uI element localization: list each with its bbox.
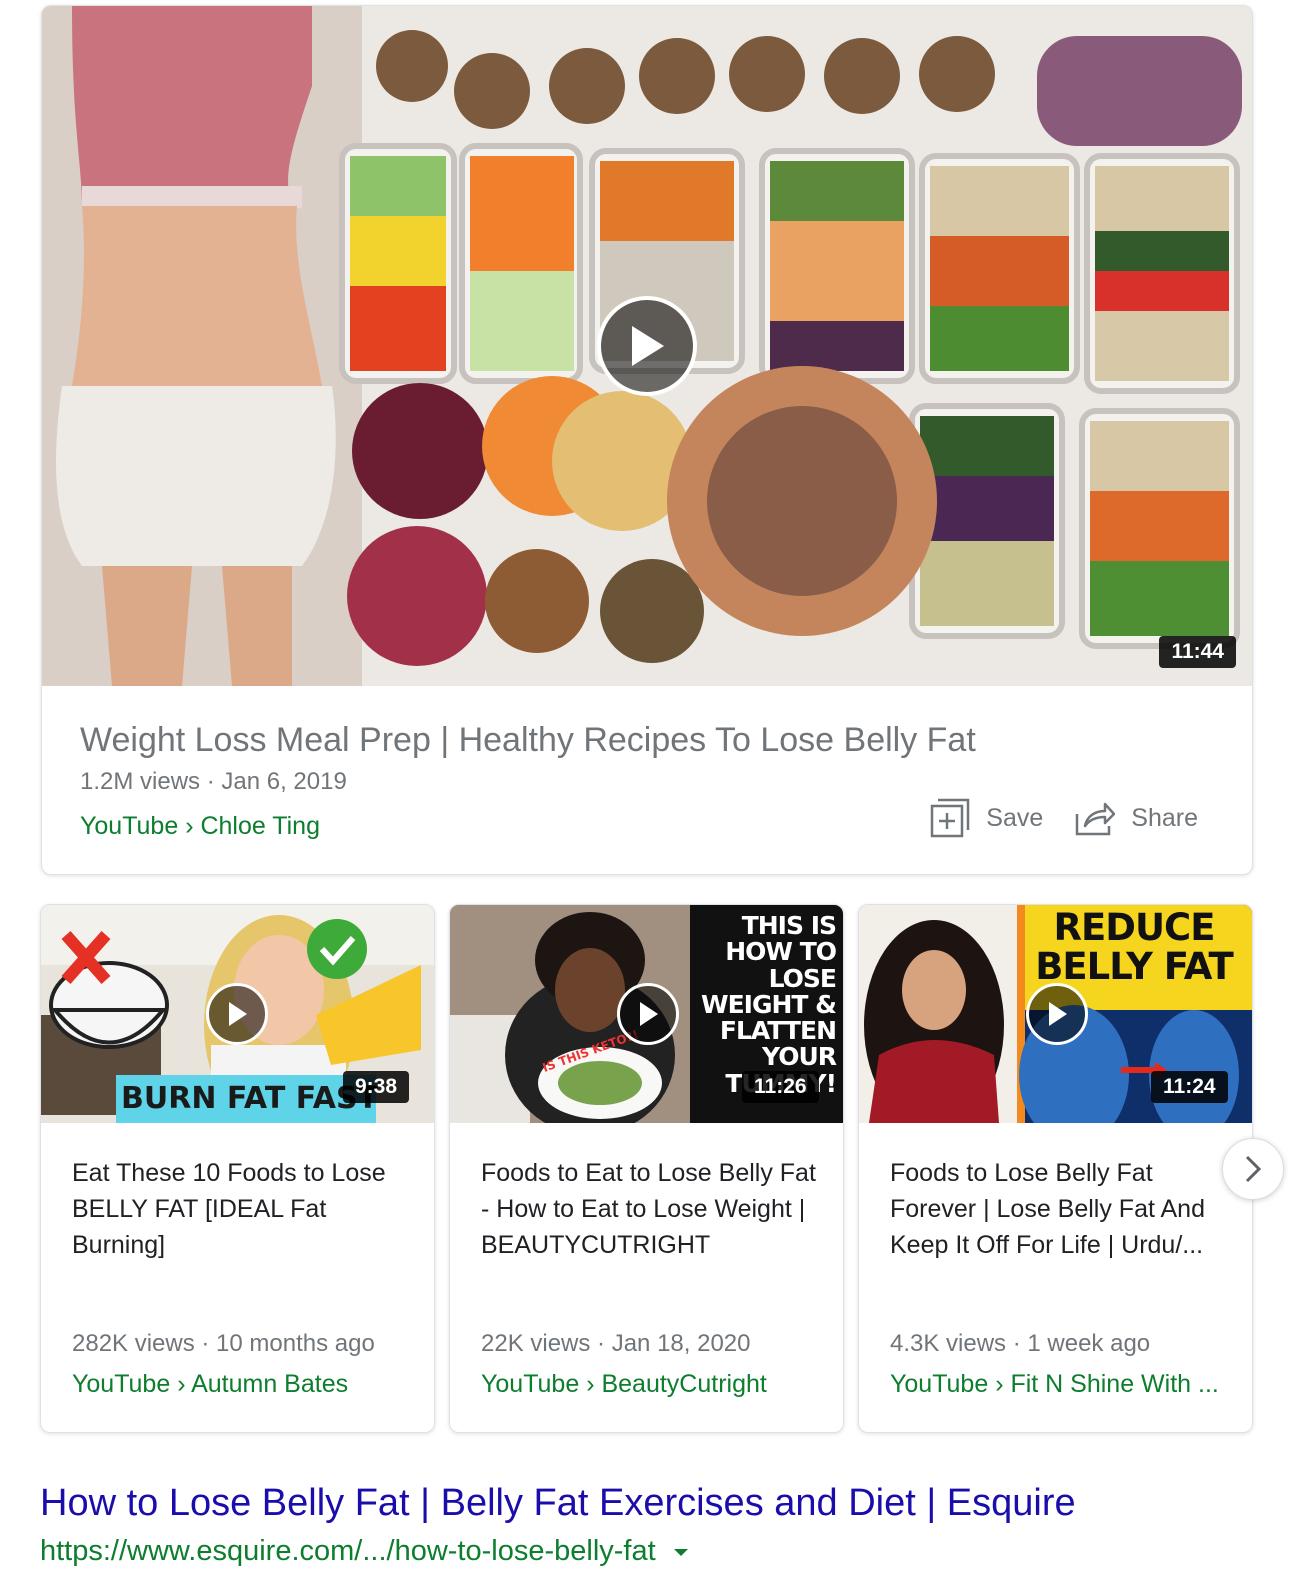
result-url-text: https://www.esquire.com/.../how-to-lose-… [40,1535,656,1567]
video-thumbnail[interactable]: BURN FAT FAST 9:38 [41,905,434,1123]
video-meta: 4.3K views · 1 week ago [890,1330,1151,1357]
share-icon [1076,802,1116,836]
thumbnail-caption: BURN FAT FAST [121,1081,379,1116]
play-icon[interactable] [206,983,268,1045]
video-duration-badge: 11:24 [1151,1071,1228,1103]
video-meta: 282K views · 10 months ago [72,1330,375,1357]
share-button[interactable]: Share [1075,800,1198,836]
video-thumbnail[interactable]: IS THIS KETO?! THIS IS HOW TO LOSE WEIGH… [450,905,843,1123]
featured-video-meta: 1.2M views · Jan 6, 2019 [80,768,347,795]
video-title[interactable]: Eat These 10 Foods to Lose BELLY FAT [ID… [72,1155,412,1263]
caret-down-icon[interactable] [673,1547,688,1557]
featured-video-thumbnail[interactable]: 11:44 [42,6,1252,686]
search-result-title-link[interactable]: How to Lose Belly Fat | Belly Fat Exerci… [40,1482,1076,1525]
search-result-url: https://www.esquire.com/.../how-to-lose-… [40,1535,688,1568]
thumbnail-caption: REDUCE BELLY FAT [1035,906,1234,988]
video-card[interactable]: REDUCE BELLY FAT 11:24 Foods to Lose Bel… [858,904,1253,1433]
video-card[interactable]: IS THIS KETO?! THIS IS HOW TO LOSE WEIGH… [449,904,844,1433]
video-source[interactable]: YouTube › BeautyCutright [481,1370,826,1399]
play-icon[interactable] [617,983,679,1045]
video-title[interactable]: Foods to Lose Belly Fat Forever | Lose B… [890,1155,1230,1263]
featured-video-source[interactable]: YouTube › Chloe Ting [80,812,320,841]
carousel-next-button[interactable] [1222,1138,1284,1200]
play-icon[interactable] [597,296,697,396]
save-label: Save [986,803,1044,832]
thumbnail-caption: THIS IS HOW TO LOSE WEIGHT & FLATTEN YOU… [701,911,837,1096]
featured-video-actions: Save Share [930,798,1198,838]
share-label: Share [1131,803,1198,832]
video-source[interactable]: YouTube › Autumn Bates [72,1370,417,1399]
video-title[interactable]: Foods to Eat to Lose Belly Fat - How to … [481,1155,821,1263]
video-duration-badge: 11:26 [742,1071,819,1103]
video-source[interactable]: YouTube › Fit N Shine With ... [890,1370,1235,1399]
chevron-right-icon [1245,1155,1262,1183]
featured-video-title[interactable]: Weight Loss Meal Prep | Healthy Recipes … [80,721,976,760]
save-button[interactable]: Save [930,798,1043,838]
video-duration-badge: 11:44 [1159,636,1236,668]
video-meta: 22K views · Jan 18, 2020 [481,1330,751,1357]
add-to-playlist-icon [931,798,970,838]
video-thumbnail[interactable]: REDUCE BELLY FAT 11:24 [859,905,1252,1123]
play-icon[interactable] [1026,983,1088,1045]
featured-video-card[interactable]: 11:44 Weight Loss Meal Prep | Healthy Re… [41,5,1253,875]
video-duration-badge: 9:38 [343,1071,410,1103]
video-card[interactable]: BURN FAT FAST 9:38 Eat These 10 Foods to… [40,904,435,1433]
